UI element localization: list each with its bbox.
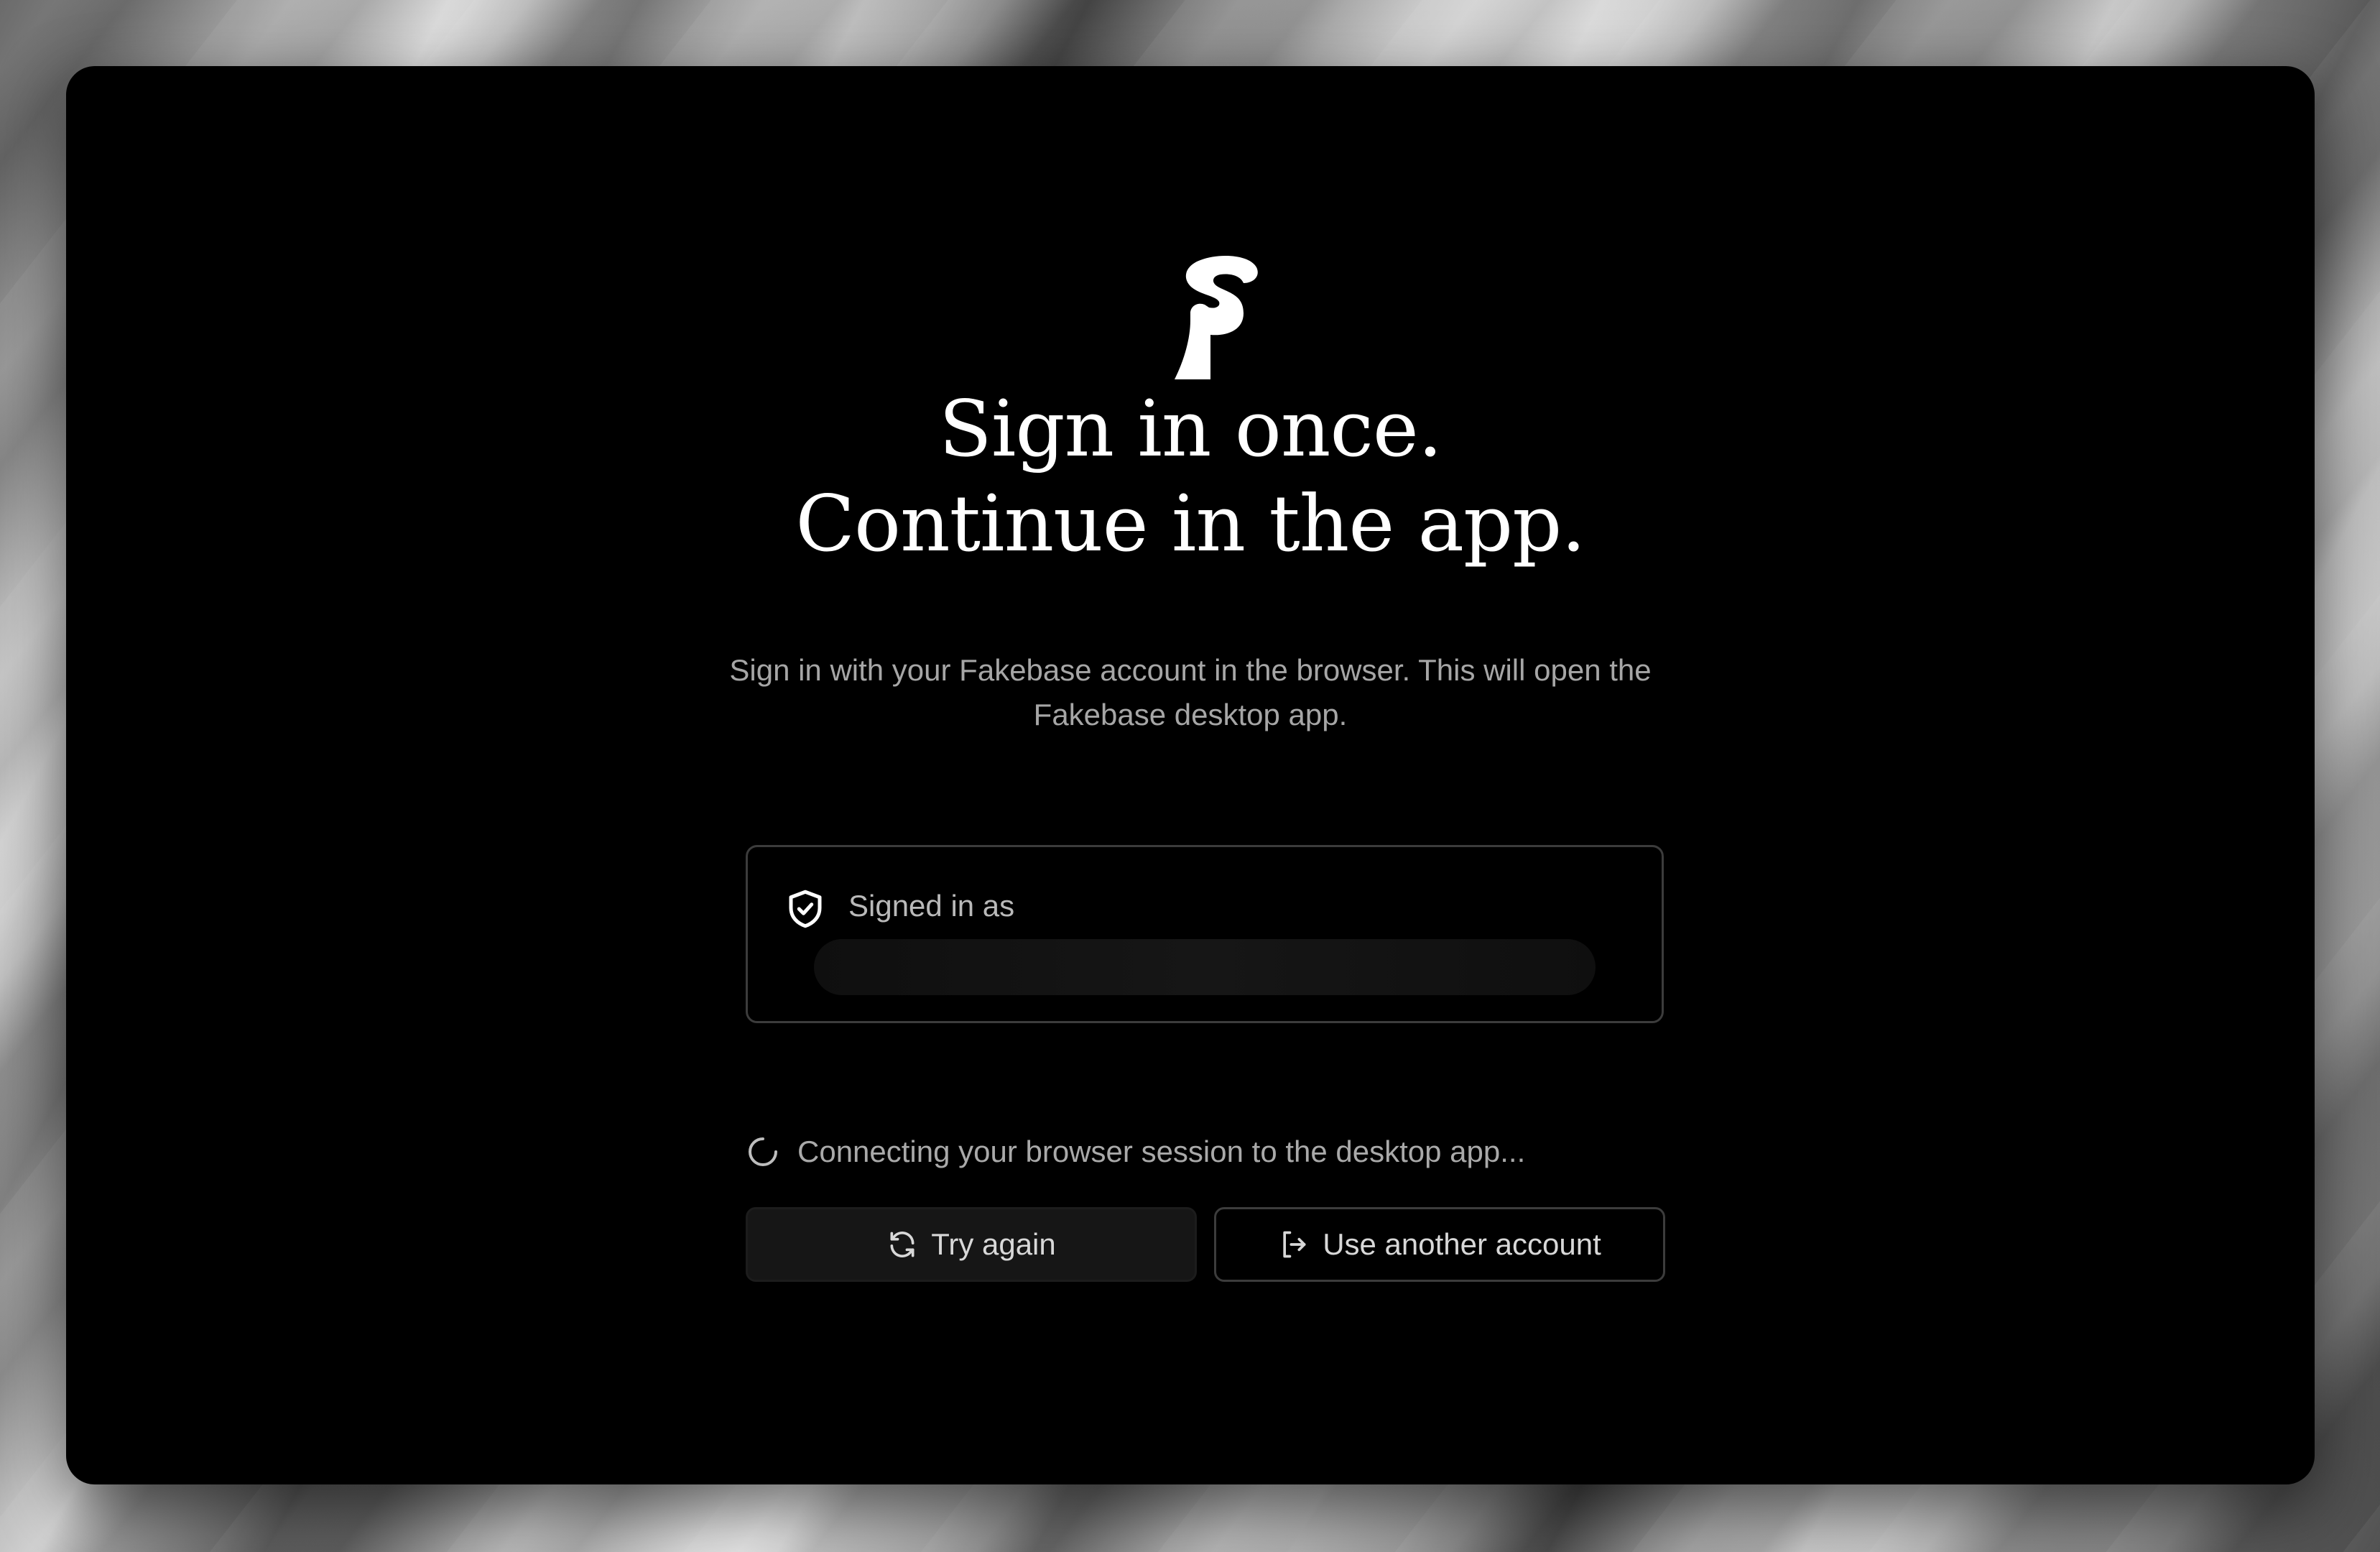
sign-in-screen: Sign in once. Continue in the app. Sign …: [66, 66, 2315, 1484]
signed-in-account-card: Signed in as: [746, 845, 1664, 1023]
title-line-2: Continue in the app.: [795, 479, 1585, 569]
page-subtitle: Sign in with your Fakebase account in th…: [729, 653, 1652, 731]
refresh-icon: [890, 1232, 915, 1257]
connection-status: Connecting your browser session to the d…: [746, 1127, 1525, 1177]
try-again-button[interactable]: Try again: [746, 1207, 1197, 1282]
use-another-account-label: Use another account: [1323, 1227, 1601, 1261]
use-another-account-button[interactable]: Use another account: [1214, 1207, 1665, 1282]
account-email-placeholder: [814, 939, 1596, 995]
try-again-label: Try again: [931, 1227, 1056, 1261]
log-out-icon: [1283, 1231, 1306, 1258]
page-title: Sign in once. Continue in the app.: [66, 382, 2315, 572]
status-text: Connecting your browser session to the d…: [797, 1135, 1526, 1168]
shield-check-icon: [789, 890, 822, 928]
spinner-icon: [749, 1137, 777, 1166]
fakebase-logo-icon: [1175, 256, 1258, 379]
signed-in-label: Signed in as: [848, 889, 1015, 923]
app-window: Sign in once. Continue in the app. Sign …: [66, 66, 2315, 1484]
title-line-1: Sign in once.: [938, 384, 1443, 474]
